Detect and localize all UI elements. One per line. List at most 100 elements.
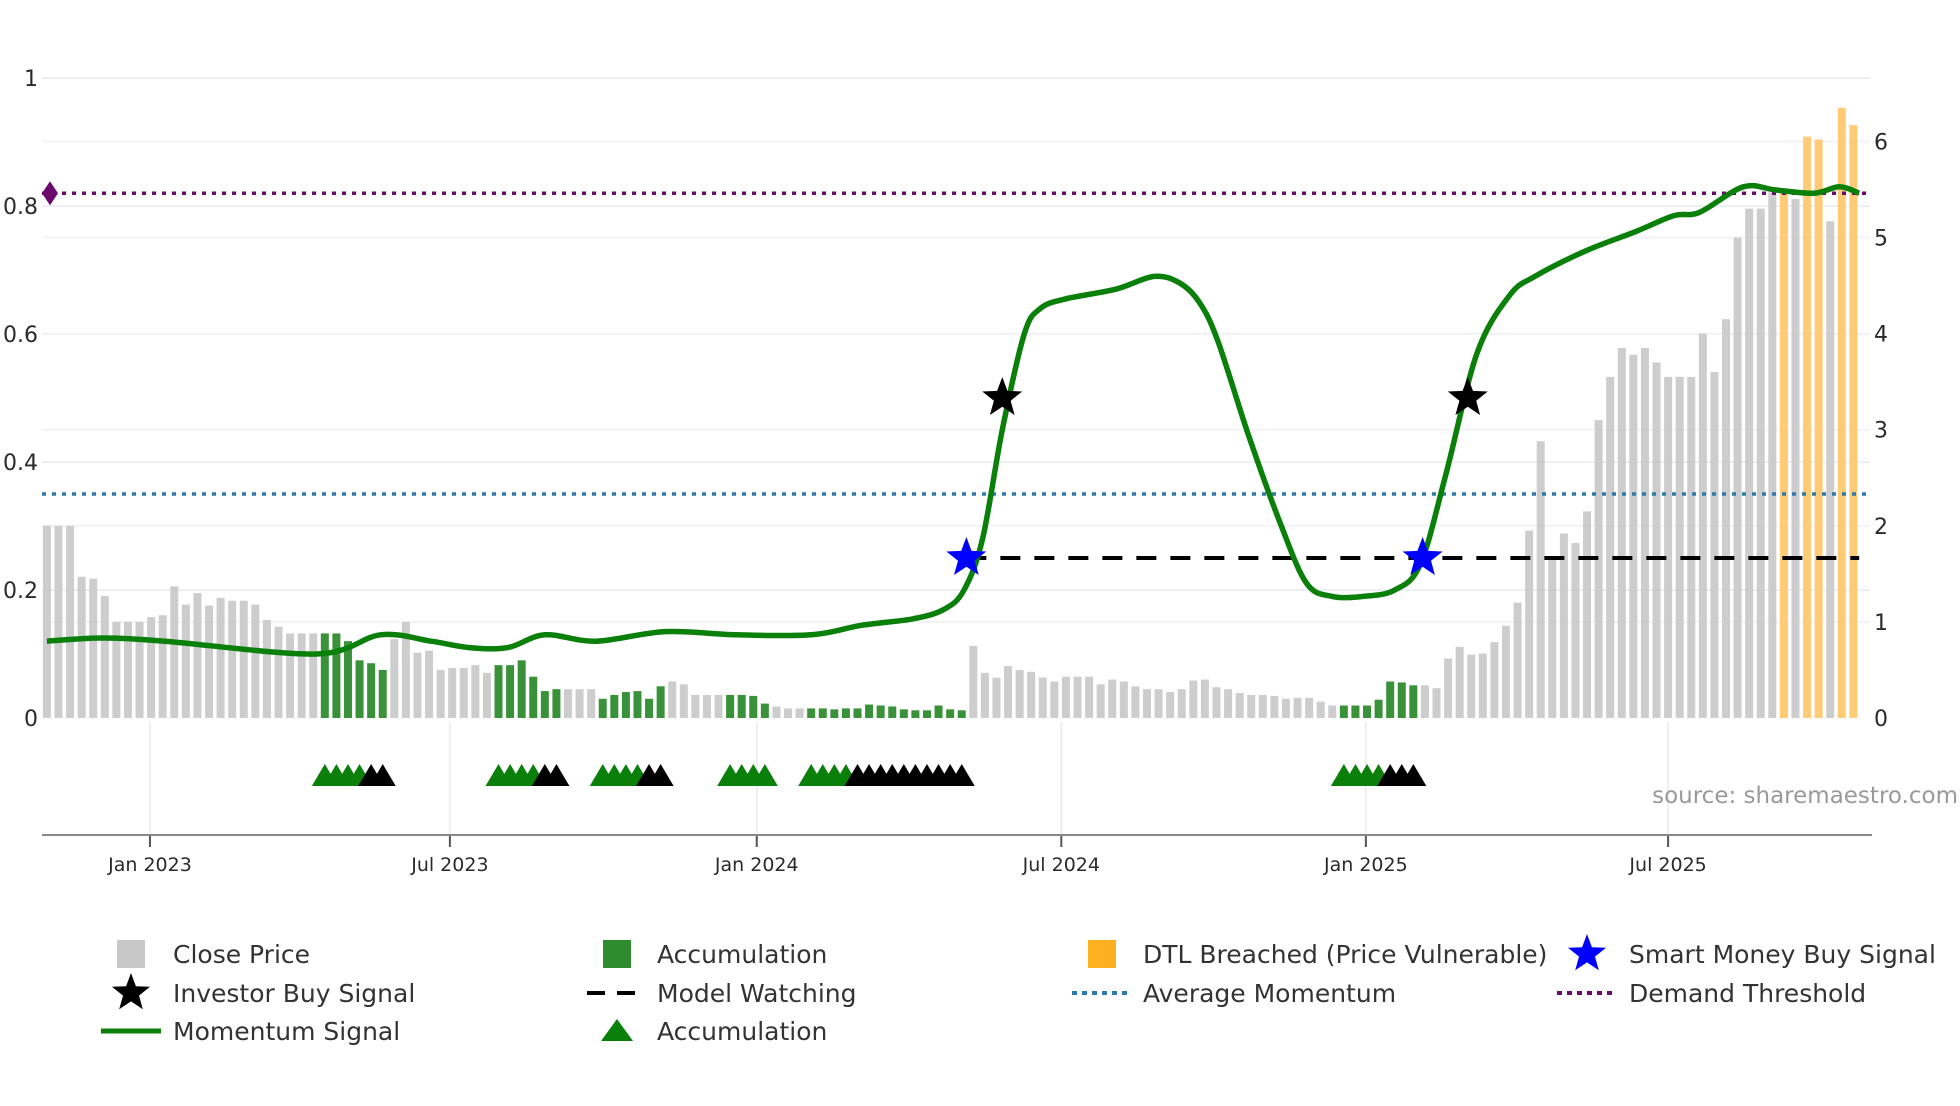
dtl-breached-bar — [1849, 125, 1858, 719]
close-price-bar — [1050, 681, 1059, 718]
close-price-bar — [1281, 698, 1290, 718]
close-price-bar — [1235, 693, 1244, 718]
close-price-bar — [1710, 372, 1719, 718]
accumulation-bar — [332, 633, 341, 718]
right-tick-label: 4 — [1874, 323, 1888, 348]
investor-legend-icon — [112, 973, 150, 1010]
close-price-bar — [1073, 676, 1082, 718]
close-price-bar — [980, 672, 989, 718]
close-price-bar — [448, 668, 457, 718]
legend-label: Model Watching — [657, 979, 857, 1008]
right-tick-label: 5 — [1874, 227, 1888, 252]
close-price-bar — [1316, 701, 1325, 718]
close-price-bar — [1594, 420, 1603, 718]
close-price-bar — [66, 525, 75, 718]
close-price-bar — [1478, 653, 1487, 718]
legend-label: DTL Breached (Price Vulnerable) — [1143, 940, 1547, 969]
accumulation-bar — [656, 686, 665, 718]
close-price-bar — [1131, 686, 1140, 718]
close-price-bar — [1189, 680, 1198, 718]
accumulation-bar — [888, 706, 897, 718]
legend-item-demand: Demand Threshold — [1557, 979, 1866, 1008]
close-price-bar — [1490, 642, 1499, 718]
close-legend-icon — [117, 940, 145, 968]
close-price-bar — [1247, 694, 1256, 718]
close-price-bar — [679, 684, 688, 718]
accumulation-bar — [737, 694, 746, 718]
close-price-bar — [668, 681, 677, 718]
close-price-bar — [1722, 319, 1730, 718]
right-tick-label: 6 — [1874, 130, 1888, 155]
right-tick-label: 3 — [1874, 419, 1888, 444]
legend: Close Price Accumulation DTL Breached (Pri… — [101, 934, 1936, 1046]
accumulation-bar — [853, 708, 862, 718]
axes: 0 0.2 0.4 0.6 0.8 1 0 1 2 3 4 5 6 Jan 2023 Jul 2023 Jan… — [3, 67, 1888, 876]
accumulation-bar — [529, 676, 538, 718]
close-price-bar — [390, 639, 399, 718]
x-tick-label: Jul 2024 — [1022, 854, 1100, 876]
right-tick-label: 1 — [1874, 611, 1888, 636]
accumulation-bar — [841, 708, 850, 718]
close-price-bar — [1501, 625, 1510, 718]
close-price-bar — [1664, 376, 1673, 718]
close-price-bar — [772, 706, 781, 718]
accumulation-bar — [552, 689, 561, 718]
close-price-bar — [784, 708, 793, 718]
close-price-bar — [1177, 689, 1186, 718]
legend-label: Momentum Signal — [173, 1017, 400, 1046]
close-price-bar — [1791, 199, 1800, 718]
accumulation-bar — [610, 694, 619, 718]
close-price-bars — [42, 107, 1858, 719]
accumulation-bar — [922, 710, 931, 718]
close-price-bar — [1559, 533, 1568, 718]
close-price-bar — [216, 597, 225, 718]
close-price-bar — [1085, 676, 1094, 718]
right-tick-label: 0 — [1874, 707, 1888, 732]
dtl-breached-bar — [1779, 192, 1788, 718]
accumulation-bar — [726, 694, 735, 718]
close-price-bar — [1143, 689, 1151, 718]
legend-label: Smart Money Buy Signal — [1629, 940, 1936, 969]
close-price-bar — [286, 633, 295, 718]
momentum-chart: 0 0.2 0.4 0.6 0.8 1 0 1 2 3 4 5 6 Jan 2023 Jul 2023 Jan… — [3, 67, 1958, 1046]
close-price-bar — [77, 576, 86, 718]
close-price-bar — [1583, 511, 1592, 718]
close-price-bar — [1640, 348, 1649, 718]
left-tick-label: 0.8 — [3, 195, 38, 220]
close-price-bar — [158, 615, 167, 718]
accumulation-bar — [830, 709, 839, 718]
accumulation-bar — [1339, 705, 1348, 718]
legend-item-accum-tri: Accumulation — [601, 1017, 827, 1046]
legend-item-smart: Smart Money Buy Signal — [1568, 934, 1936, 971]
accumulation-bar — [865, 704, 874, 718]
accumulation-bar — [760, 703, 769, 718]
close-price-bar — [471, 665, 480, 718]
close-price-bar — [969, 645, 978, 718]
close-price-bar — [205, 605, 214, 718]
close-price-bar — [1096, 684, 1105, 718]
accumulation-bar — [934, 705, 943, 718]
close-price-bar — [1733, 237, 1742, 718]
close-price-bar — [1108, 679, 1117, 718]
close-price-bar — [702, 694, 711, 718]
accumulation-bar — [367, 663, 376, 718]
close-price-bar — [1652, 362, 1661, 718]
close-price-bar — [1513, 602, 1522, 718]
close-price-bar — [1571, 543, 1580, 718]
x-tick-label: Jul 2023 — [410, 854, 488, 876]
accumulation-bar — [621, 692, 630, 718]
accumulation-bar — [355, 660, 364, 718]
smart-money-buy-star-icon — [1402, 537, 1443, 575]
close-price-bar — [262, 619, 271, 718]
close-price-bar — [714, 694, 723, 718]
accumulation-bar — [343, 641, 352, 718]
close-price-bar — [1224, 689, 1233, 718]
close-price-bar — [1536, 441, 1545, 718]
dtl-legend-icon — [1088, 940, 1116, 968]
close-price-bar — [459, 668, 468, 718]
accumulation-bar — [876, 705, 885, 718]
x-tick-label: Jan 2025 — [1323, 854, 1408, 876]
accumulation-bar — [633, 691, 642, 718]
close-price-bar — [1154, 689, 1163, 718]
close-price-bar — [228, 600, 237, 718]
